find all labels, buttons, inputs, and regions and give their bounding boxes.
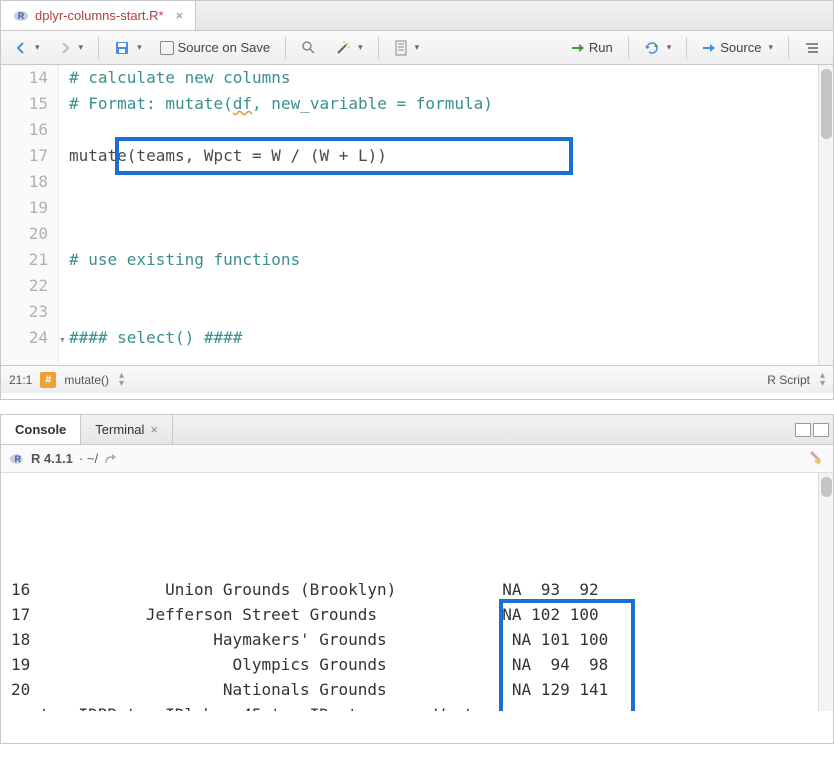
source-button[interactable]: Source bbox=[695, 36, 780, 59]
clear-console-icon[interactable] bbox=[807, 450, 825, 468]
code-line[interactable]: mutate(teams, Wpct = W / (W + L)) bbox=[69, 143, 493, 169]
tab-console-label: Console bbox=[15, 422, 66, 437]
language-label[interactable]: R Script bbox=[767, 373, 810, 387]
sort-icon: ▴▾ bbox=[820, 372, 825, 388]
source-on-save-checkbox[interactable]: Source on Save bbox=[153, 36, 278, 59]
code-line[interactable] bbox=[69, 299, 493, 325]
editor-statusbar: 21:1 # mutate() ▴▾ R Script ▴▾ bbox=[1, 365, 833, 393]
tab-console[interactable]: Console bbox=[1, 415, 81, 444]
line-gutter: 1415161718192021222324 bbox=[1, 65, 59, 365]
vertical-scrollbar[interactable] bbox=[818, 473, 833, 711]
line-number: 14 bbox=[1, 65, 48, 91]
r-version: R 4.1.1 bbox=[31, 451, 73, 466]
editor-toolbar: Source on Save Run Source bbox=[1, 31, 833, 65]
console-pane: Console Terminal × R R 4.1.1 · ~/ 16 Uni… bbox=[0, 414, 834, 744]
console-line: 19 Olympics Grounds NA 94 98 bbox=[11, 652, 823, 677]
code-line[interactable]: # calculate new columns bbox=[69, 65, 493, 91]
source-on-save-label: Source on Save bbox=[178, 40, 271, 55]
svg-text:R: R bbox=[18, 11, 25, 21]
separator bbox=[98, 37, 99, 59]
report-button[interactable] bbox=[387, 36, 427, 60]
line-number: 17 bbox=[1, 143, 48, 169]
console-tabbar: Console Terminal × bbox=[1, 415, 833, 445]
scrollbar-thumb[interactable] bbox=[821, 69, 832, 139]
working-dir[interactable]: · ~/ bbox=[79, 451, 98, 466]
console-output[interactable]: 16 Union Grounds (Brooklyn) NA 93 9217 J… bbox=[1, 473, 833, 711]
source-pane: R dplyr-columns-start.R* × Source on Sav… bbox=[0, 0, 834, 400]
scope-label[interactable]: mutate() bbox=[64, 373, 109, 387]
code-line[interactable]: ▾#### select() #### bbox=[69, 325, 493, 353]
outline-button[interactable] bbox=[797, 37, 827, 59]
code-line[interactable]: # Format: mutate(df, new_variable = form… bbox=[69, 91, 493, 117]
back-button[interactable] bbox=[7, 37, 47, 59]
code-line[interactable] bbox=[69, 195, 493, 221]
code-line[interactable] bbox=[69, 169, 493, 195]
code-line[interactable] bbox=[69, 221, 493, 247]
code-area[interactable]: # calculate new columns# Format: mutate(… bbox=[59, 65, 493, 365]
separator bbox=[686, 37, 687, 59]
tab-terminal[interactable]: Terminal × bbox=[81, 415, 173, 444]
console-line: 16 Union Grounds (Brooklyn) NA 93 92 bbox=[11, 577, 823, 602]
r-file-icon: R bbox=[13, 8, 29, 24]
separator bbox=[378, 37, 379, 59]
line-number: 24 bbox=[1, 325, 48, 351]
line-number: 23 bbox=[1, 299, 48, 325]
line-number: 22 bbox=[1, 273, 48, 299]
editor-tabbar: R dplyr-columns-start.R* × bbox=[1, 1, 833, 31]
console-line: teamIDBR teamIDlahman45 teamIDretro Wpct bbox=[11, 702, 823, 711]
r-logo-icon: R bbox=[9, 451, 25, 467]
cursor-position: 21:1 bbox=[9, 373, 32, 387]
sort-icon: ▴▾ bbox=[119, 372, 124, 388]
tab-title: dplyr-columns-start.R* bbox=[35, 8, 164, 23]
forward-button[interactable] bbox=[51, 37, 91, 59]
line-number: 19 bbox=[1, 195, 48, 221]
close-icon[interactable]: × bbox=[150, 422, 158, 437]
run-label: Run bbox=[589, 40, 613, 55]
console-line: 17 Jefferson Street Grounds NA 102 100 bbox=[11, 602, 823, 627]
fold-icon[interactable]: ▾ bbox=[59, 327, 69, 353]
save-button[interactable] bbox=[107, 36, 149, 60]
wand-button[interactable] bbox=[328, 36, 370, 60]
separator bbox=[628, 37, 629, 59]
source-label: Source bbox=[720, 40, 761, 55]
line-number: 15 bbox=[1, 91, 48, 117]
minimize-pane-icon[interactable] bbox=[795, 423, 811, 437]
console-line: 20 Nationals Grounds NA 129 141 bbox=[11, 677, 823, 702]
run-button[interactable]: Run bbox=[564, 36, 620, 59]
close-icon[interactable]: × bbox=[176, 8, 184, 23]
code-line[interactable] bbox=[69, 273, 493, 299]
code-line[interactable]: # use existing functions bbox=[69, 247, 493, 273]
line-number: 18 bbox=[1, 169, 48, 195]
svg-text:R: R bbox=[15, 454, 22, 464]
line-number: 20 bbox=[1, 221, 48, 247]
line-number: 21 bbox=[1, 247, 48, 273]
vertical-scrollbar[interactable] bbox=[818, 65, 833, 365]
line-number: 16 bbox=[1, 117, 48, 143]
console-header: R R 4.1.1 · ~/ bbox=[1, 445, 833, 473]
rerun-button[interactable] bbox=[637, 37, 679, 59]
scope-chip-icon: # bbox=[40, 372, 56, 388]
separator bbox=[285, 37, 286, 59]
maximize-pane-icon[interactable] bbox=[813, 423, 829, 437]
goto-dir-icon[interactable] bbox=[104, 453, 118, 465]
pane-controls bbox=[795, 423, 833, 437]
scrollbar-thumb[interactable] bbox=[821, 477, 832, 497]
code-line[interactable] bbox=[69, 117, 493, 143]
tab-terminal-label: Terminal bbox=[95, 422, 144, 437]
editor-tab[interactable]: R dplyr-columns-start.R* × bbox=[1, 1, 196, 30]
console-line: 18 Haymakers' Grounds NA 101 100 bbox=[11, 627, 823, 652]
code-editor[interactable]: 1415161718192021222324 # calculate new c… bbox=[1, 65, 833, 365]
checkbox-icon bbox=[160, 41, 174, 55]
find-button[interactable] bbox=[294, 36, 324, 60]
separator bbox=[788, 37, 789, 59]
